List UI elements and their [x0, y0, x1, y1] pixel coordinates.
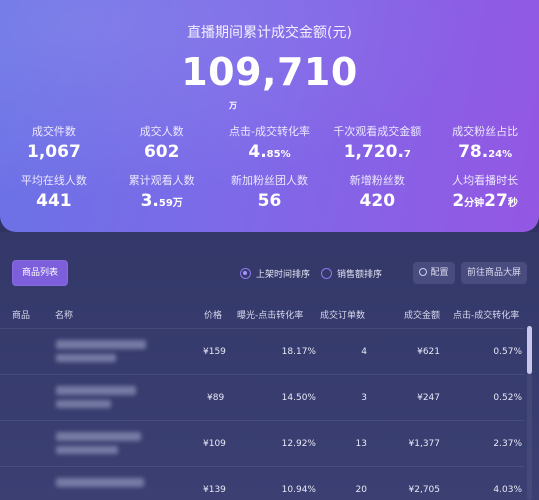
product-name-blurred	[56, 340, 146, 349]
table-row[interactable]: ¥109 12.92% 13 ¥1,377 2.37%	[0, 420, 524, 466]
product-name-blurred	[56, 432, 141, 441]
table-scrollbar-thumb[interactable]	[527, 326, 532, 374]
sort-by-listing-time-radio[interactable]: 上架时间排序	[240, 267, 310, 280]
metric-item: 新加粉丝团人数 56	[216, 173, 324, 213]
metric-label: 人均看播时长	[452, 174, 519, 187]
column-header: 成交金额	[404, 311, 441, 321]
column-header: 点击-成交转化率	[453, 311, 520, 321]
metric-label: 新加粉丝团人数	[230, 174, 308, 187]
product-name-blurred	[56, 478, 144, 487]
product-name-blurred	[56, 446, 118, 454]
radio-unselected-icon	[321, 268, 332, 279]
metric-label: 平均在线人数	[20, 174, 87, 187]
orders-cell: 4	[361, 347, 367, 357]
product-name-blurred	[56, 354, 116, 362]
orders-cell: 13	[355, 439, 367, 449]
metric-label: 点击-成交转化率	[229, 125, 310, 138]
column-header: 商品	[12, 311, 31, 321]
total-gmv-title: 直播期间累计成交金额(元)	[187, 25, 352, 41]
metric-value: 4.85%	[248, 142, 291, 162]
price-cell: ¥89	[207, 393, 225, 403]
tab-product-list[interactable]: 商品列表	[12, 260, 68, 286]
metric-label: 成交人数	[139, 125, 184, 138]
table-row[interactable]: ¥139 10.94% 20 ¥2,705 4.03%	[0, 466, 524, 500]
metric-value: 3.59万	[140, 191, 183, 211]
column-header: 曝光-点击转化率	[237, 311, 304, 321]
metric-value: 602	[143, 142, 180, 162]
metric-item: 平均在线人数 441	[0, 173, 108, 213]
sort-by-sales-label: 销售额排序	[337, 270, 383, 280]
metric-value: 78.24%	[458, 142, 513, 162]
table-header: 商品 名称 价格 曝光-点击转化率 成交订单数 成交金额 点击-成交转化率	[0, 304, 539, 326]
orders-cell: 20	[355, 485, 367, 495]
price-cell: ¥109	[203, 439, 226, 449]
product-name-blurred	[56, 386, 136, 395]
metric-item: 成交件数 1,067	[0, 124, 108, 164]
sort-by-listing-time-label: 上架时间排序	[256, 270, 311, 280]
metric-label: 成交件数	[31, 125, 76, 138]
metric-value: 2分钟27秒	[452, 191, 518, 211]
table-row[interactable]: ¥159 18.17% 4 ¥621 0.57%	[0, 328, 524, 374]
amount-cell: ¥1,377	[408, 439, 441, 449]
metric-label: 累计观看人数	[128, 174, 195, 187]
live-summary-card: 直播期间累计成交金额(元) 109,710 万 成交件数 1,067 成交人数 …	[0, 0, 539, 232]
metric-label: 新增粉丝数	[349, 174, 405, 187]
sort-by-sales-radio[interactable]: 销售额排序	[321, 267, 382, 280]
metric-item: 成交粉丝占比 78.24%	[431, 124, 539, 164]
metric-item: 点击-成交转化率 4.85%	[216, 124, 324, 164]
metric-item: 新增粉丝数 420	[323, 173, 431, 213]
metric-value: 441	[36, 191, 72, 211]
metric-value: 1,720.7	[343, 142, 411, 162]
amount-cell: ¥2,705	[408, 485, 441, 495]
metric-value: 420	[359, 191, 396, 211]
click-deal-rate-cell: 0.52%	[493, 393, 522, 403]
radio-selected-icon	[240, 268, 251, 279]
metric-label: 千次观看成交金额	[333, 125, 422, 138]
click-deal-rate-cell: 2.37%	[493, 439, 522, 449]
config-button[interactable]: 配置	[413, 262, 455, 284]
total-gmv-unit: 万	[229, 101, 237, 110]
click-deal-rate-cell: 4.03%	[493, 485, 522, 495]
click-deal-rate-cell: 0.57%	[493, 347, 522, 357]
orders-cell: 3	[361, 393, 367, 403]
metric-label: 成交粉丝占比	[452, 125, 519, 138]
total-gmv-value: 109,710	[181, 50, 358, 94]
gear-icon	[419, 268, 428, 276]
product-panel: 商品列表 上架时间排序 销售额排序 配置 前往商品大屏 商品 名称 价格 曝光-…	[0, 232, 539, 500]
exposure-click-rate-cell: 10.94%	[281, 485, 316, 495]
metric-value: 1,067	[27, 142, 81, 162]
price-cell: ¥139	[203, 485, 226, 495]
product-name-blurred	[56, 400, 111, 408]
table-row[interactable]: ¥89 14.50% 3 ¥247 0.52%	[0, 374, 524, 420]
column-header: 名称	[55, 311, 74, 321]
metric-item: 千次观看成交金额 1,720.7	[323, 124, 431, 164]
metric-item: 成交人数 602	[108, 124, 216, 164]
big-screen-button[interactable]: 前往商品大屏	[461, 262, 527, 284]
amount-cell: ¥621	[417, 347, 440, 357]
metric-item: 累计观看人数 3.59万	[108, 173, 216, 213]
amount-cell: ¥247	[417, 393, 440, 403]
exposure-click-rate-cell: 12.92%	[281, 439, 316, 449]
metric-item: 人均看播时长 2分钟27秒	[431, 173, 539, 213]
exposure-click-rate-cell: 14.50%	[281, 393, 316, 403]
column-header: 价格	[204, 311, 223, 321]
metric-value: 56	[257, 191, 282, 211]
metrics-grid: 成交件数 1,067 成交人数 602 点击-成交转化率 4.85% 千次观看成…	[0, 124, 539, 213]
price-cell: ¥159	[203, 347, 226, 357]
column-header: 成交订单数	[320, 311, 366, 321]
exposure-click-rate-cell: 18.17%	[281, 347, 316, 357]
